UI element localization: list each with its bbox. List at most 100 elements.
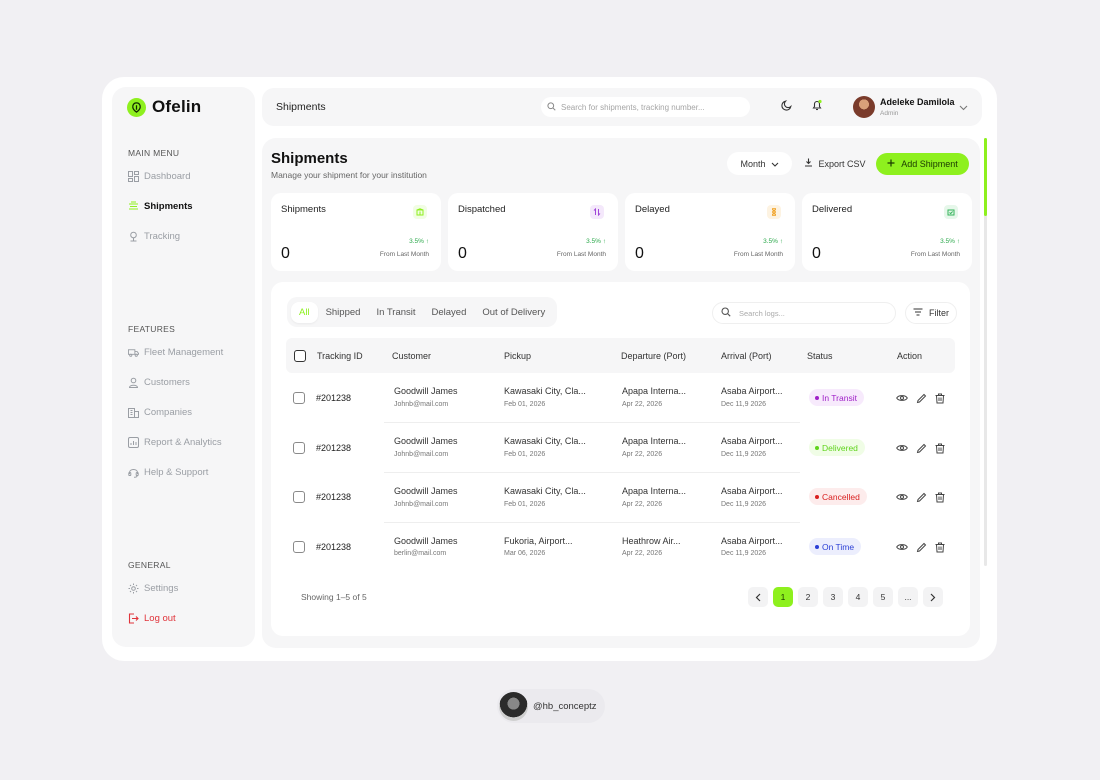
topbar-title: Shipments: [276, 101, 326, 113]
sidebar-item-label: Shipments: [144, 201, 193, 212]
pickup-date: Feb 01, 2026: [504, 451, 546, 458]
pickup-date: Feb 01, 2026: [504, 501, 546, 508]
notifications-button[interactable]: [806, 96, 828, 118]
tracking-id[interactable]: #201238: [316, 393, 351, 403]
filter-icon: [913, 308, 923, 318]
view-icon[interactable]: [896, 442, 908, 454]
tab-in-transit[interactable]: In Transit: [368, 302, 423, 323]
page-button[interactable]: 5: [873, 587, 893, 607]
page-button[interactable]: 4: [848, 587, 868, 607]
row-checkbox[interactable]: [293, 541, 305, 553]
column-header[interactable]: Tracking ID: [317, 351, 363, 361]
delete-icon[interactable]: [934, 541, 946, 553]
tab-shipped[interactable]: Shipped: [318, 302, 369, 323]
tab-out-of-delivery[interactable]: Out of Delivery: [474, 302, 553, 323]
user-role: Admin: [880, 110, 899, 117]
sidebar-item-companies[interactable]: Companies: [128, 407, 192, 418]
global-search[interactable]: [541, 97, 750, 117]
bell-icon: [811, 98, 823, 116]
column-header[interactable]: Arrival (Port): [721, 351, 772, 361]
status-tabs: All Shipped In Transit Delayed Out of De…: [287, 297, 558, 327]
view-icon[interactable]: [896, 541, 908, 553]
departure-port: Heathrow Air...: [622, 536, 681, 546]
column-header[interactable]: Pickup: [504, 351, 531, 361]
status-dot: [815, 494, 819, 499]
edit-icon[interactable]: [915, 541, 927, 553]
prev-page-button[interactable]: [748, 587, 768, 607]
sidebar-item-fleet-management[interactable]: Fleet Management: [128, 347, 223, 358]
search-icon: [721, 304, 731, 322]
global-search-input[interactable]: [561, 102, 741, 112]
row-actions: [896, 392, 946, 404]
pickup-location: Kawasaki City, Cla...: [504, 486, 586, 496]
filter-button[interactable]: Filter: [905, 302, 957, 324]
row-divider: [384, 522, 800, 523]
page-button[interactable]: 1: [773, 587, 793, 607]
row-checkbox[interactable]: [293, 392, 305, 404]
delete-icon[interactable]: [934, 491, 946, 503]
next-page-button[interactable]: [923, 587, 943, 607]
stat-label: Shipments: [281, 204, 326, 215]
month-select-label: Month: [740, 158, 766, 169]
tracking-id[interactable]: #201238: [316, 542, 351, 552]
departure-port: Apapa Interna...: [622, 386, 687, 396]
logo[interactable]: Ofelin: [127, 97, 201, 117]
view-icon[interactable]: [896, 491, 908, 503]
main-menu-label: MAIN MENU: [128, 148, 180, 158]
page-button[interactable]: 3: [823, 587, 843, 607]
plus-icon: [887, 159, 895, 169]
tab-all[interactable]: All: [291, 301, 318, 323]
user-name[interactable]: Adeleke Damilola: [880, 97, 955, 107]
stat-value: 0: [635, 245, 644, 262]
status-badge: Cancelled: [809, 488, 867, 505]
edit-icon[interactable]: [915, 491, 927, 503]
pickup-location: Kawasaki City, Cla...: [504, 436, 586, 446]
sidebar-item-settings[interactable]: Settings: [128, 583, 178, 594]
tab-delayed[interactable]: Delayed: [424, 302, 475, 323]
delete-icon[interactable]: [934, 392, 946, 404]
column-header[interactable]: Customer: [392, 351, 431, 361]
sidebar-item-dashboard[interactable]: Dashboard: [128, 171, 190, 182]
scrollbar-thumb[interactable]: [984, 138, 987, 216]
scrollbar[interactable]: [984, 138, 987, 566]
avatar[interactable]: [853, 96, 875, 118]
sidebar-item-customers[interactable]: Customers: [128, 377, 190, 388]
edit-icon[interactable]: [915, 442, 927, 454]
chevron-down-icon: [771, 159, 779, 169]
column-header[interactable]: Action: [897, 351, 922, 361]
sidebar-item-tracking[interactable]: Tracking: [128, 231, 180, 242]
page-button[interactable]: 2: [798, 587, 818, 607]
sidebar-item-help-support[interactable]: Help & Support: [128, 467, 208, 478]
logout-icon: [128, 613, 139, 624]
log-search-input[interactable]: [739, 308, 879, 318]
edit-icon[interactable]: [915, 392, 927, 404]
download-icon: [804, 158, 813, 169]
swap-icon: [590, 205, 604, 219]
tracking-id[interactable]: #201238: [316, 443, 351, 453]
sidebar-item-shipments[interactable]: Shipments: [128, 201, 193, 212]
add-shipment-button[interactable]: Add Shipment: [876, 153, 969, 175]
delete-icon[interactable]: [934, 442, 946, 454]
month-select[interactable]: Month: [727, 152, 792, 175]
departure-port: Apapa Interna...: [622, 436, 687, 446]
status-dot: [815, 544, 819, 549]
log-search[interactable]: [712, 302, 896, 324]
user-icon: [128, 377, 139, 388]
row-checkbox[interactable]: [293, 491, 305, 503]
stat-label: Delayed: [635, 204, 670, 215]
customer-name: Goodwill James: [394, 536, 458, 546]
page-ellipsis[interactable]: ...: [898, 587, 918, 607]
sidebar-item-label: Customers: [144, 377, 190, 388]
select-all-checkbox[interactable]: [294, 350, 306, 362]
view-icon[interactable]: [896, 392, 908, 404]
export-csv-button[interactable]: Export CSV: [799, 152, 871, 175]
user-menu-toggle[interactable]: [952, 96, 974, 118]
row-actions: [896, 491, 946, 503]
row-checkbox[interactable]: [293, 442, 305, 454]
sidebar-item-report-analytics[interactable]: Report & Analytics: [128, 437, 222, 448]
tracking-id[interactable]: #201238: [316, 492, 351, 502]
column-header[interactable]: Status: [807, 351, 833, 361]
column-header[interactable]: Departure (Port): [621, 351, 686, 361]
dark-mode-toggle[interactable]: [776, 96, 798, 118]
sidebar-item-logout[interactable]: Log out: [128, 613, 176, 624]
